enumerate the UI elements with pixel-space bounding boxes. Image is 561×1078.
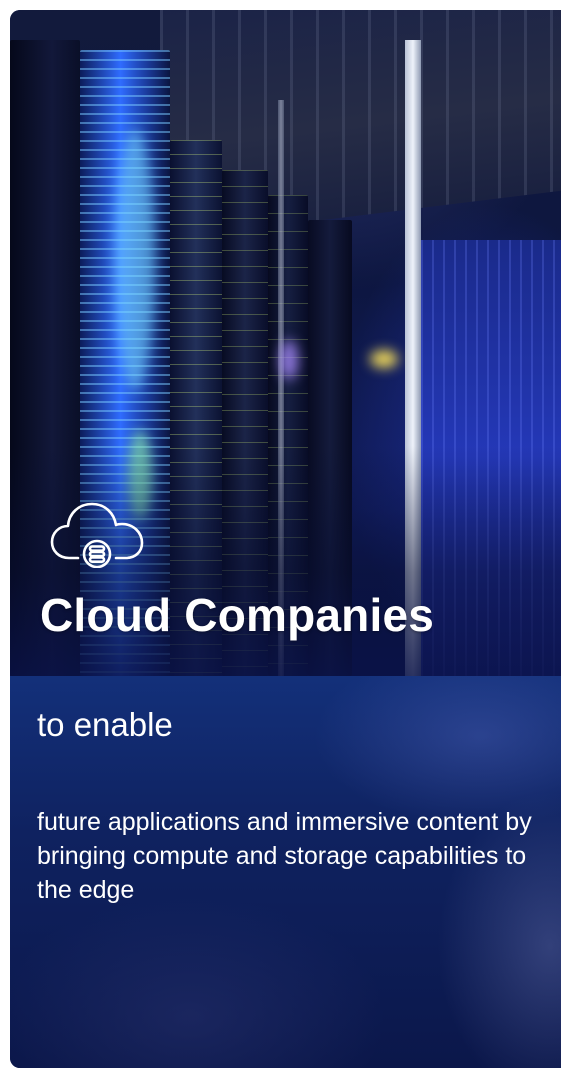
led-glow [280, 340, 298, 380]
card-subtitle: to enable [37, 706, 173, 743]
card-description: future applications and immersive conten… [37, 808, 532, 904]
cloud-companies-card: Cloud Companies to enable future applica… [10, 10, 561, 1068]
server-room-photo [10, 10, 561, 676]
led-glow [115, 130, 155, 390]
cloud-database-icon [50, 502, 144, 568]
led-glow [370, 350, 398, 368]
card-title: Cloud Companies [40, 589, 435, 641]
